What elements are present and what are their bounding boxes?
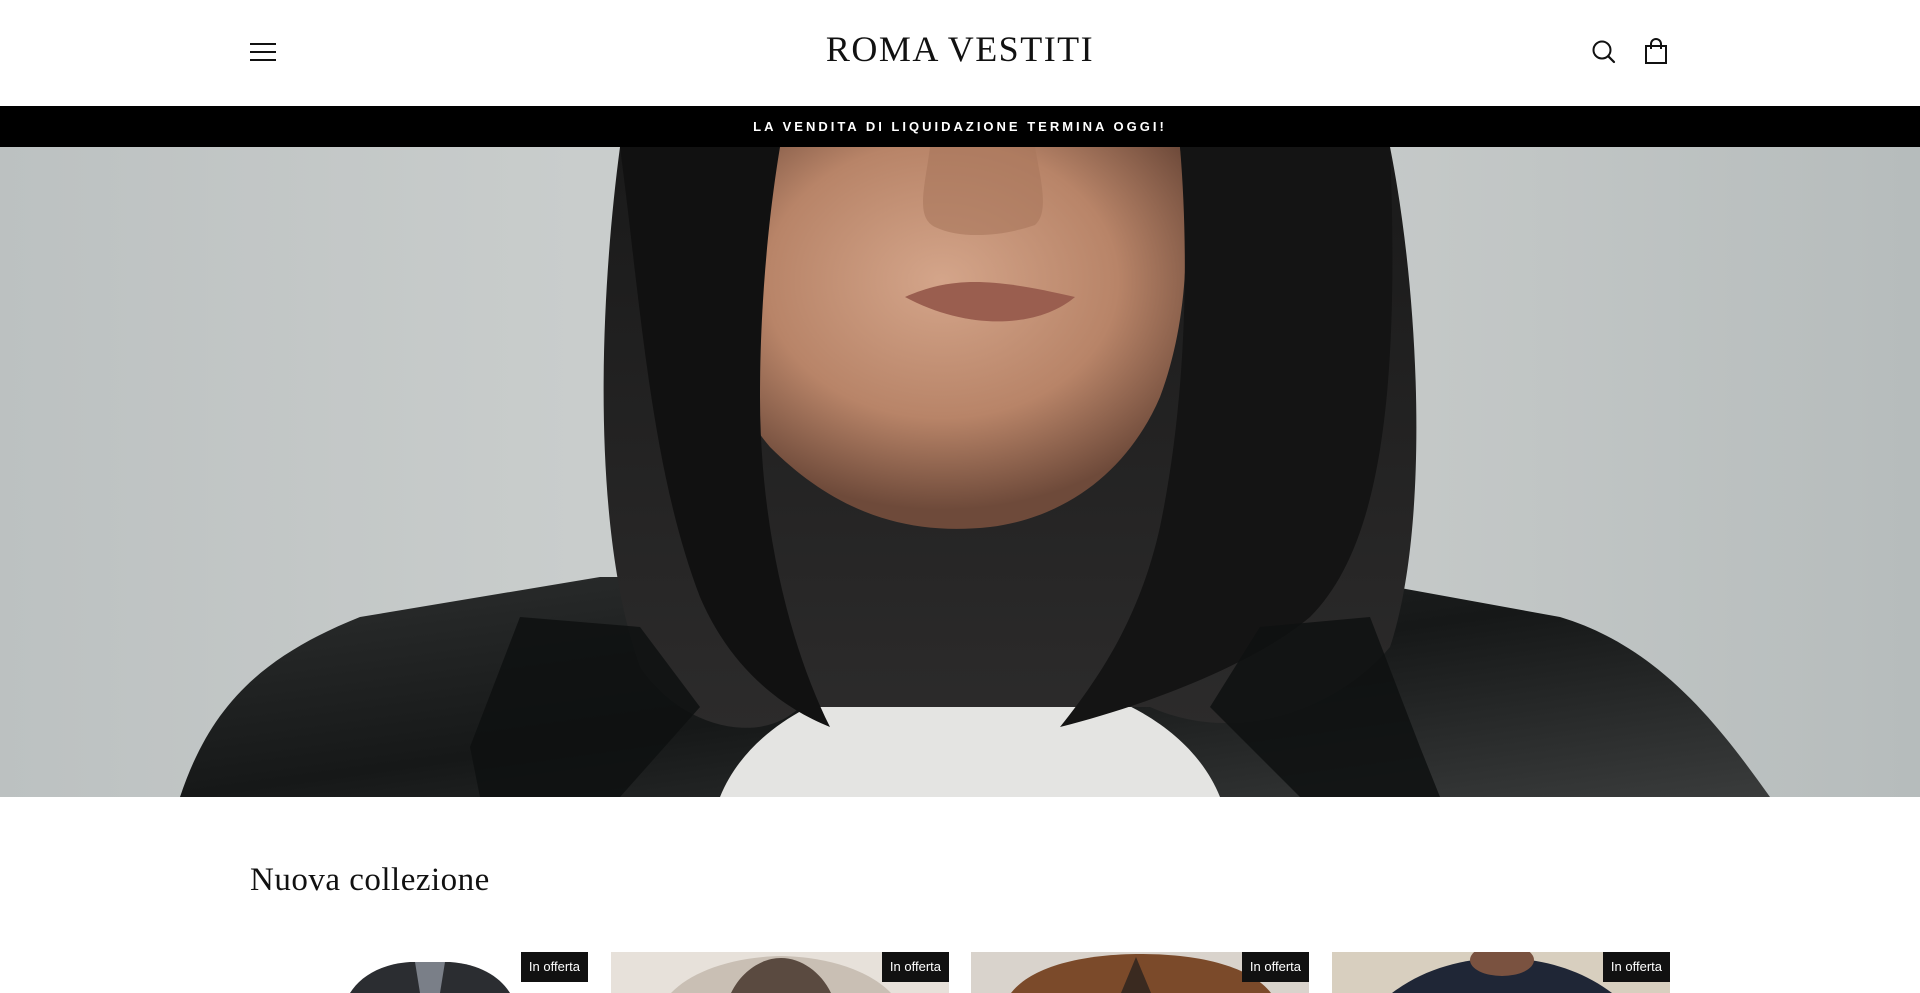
- hero-portrait-illustration: [180, 147, 1770, 797]
- shopping-bag-icon[interactable]: [1642, 38, 1670, 66]
- sale-badge: In offerta: [1602, 952, 1670, 982]
- site-header: ROMA VESTITI: [0, 0, 1920, 106]
- hero-image[interactable]: [0, 147, 1920, 797]
- sale-badge: In offerta: [1241, 952, 1309, 982]
- site-logo[interactable]: ROMA VESTITI: [760, 28, 1160, 70]
- search-icon[interactable]: [1590, 38, 1618, 66]
- announcement-bar[interactable]: LA VENDITA DI LIQUIDAZIONE TERMINA OGGI!: [0, 106, 1920, 147]
- hamburger-menu-icon[interactable]: [250, 40, 278, 64]
- section-title: Nuova collezione: [250, 862, 490, 898]
- sale-badge: In offerta: [520, 952, 588, 982]
- product-card[interactable]: In offerta: [250, 952, 588, 993]
- product-grid: In offerta In offerta In offerta In offe…: [250, 952, 1670, 993]
- sale-badge: In offerta: [881, 952, 949, 982]
- product-card[interactable]: In offerta: [611, 952, 949, 993]
- product-card[interactable]: In offerta: [971, 952, 1309, 993]
- product-card[interactable]: In offerta: [1332, 952, 1670, 993]
